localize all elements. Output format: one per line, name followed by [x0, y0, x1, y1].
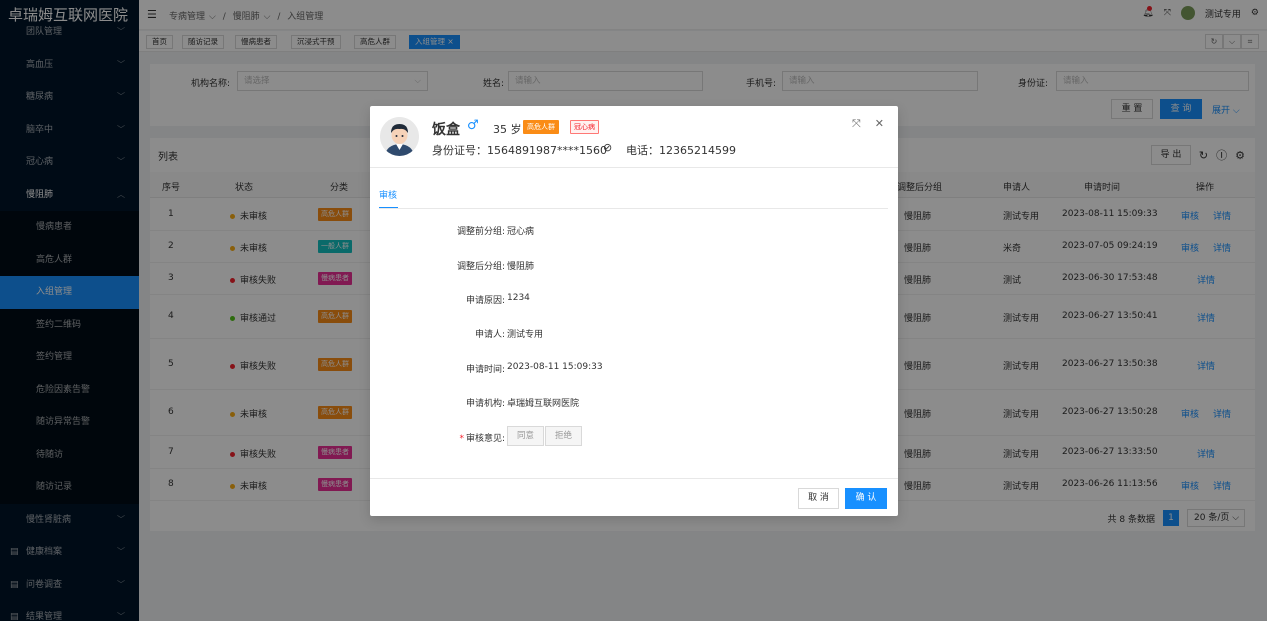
field-label: 申请机构: — [465, 399, 505, 409]
eye-slash-icon[interactable]: ⊘ — [603, 141, 612, 154]
review-modal: 饭盒 ♂ 35 岁 高危人群 冠心病 身份证号：1564891987****15… — [370, 106, 898, 516]
field-value: 2023-08-11 15:09:33 — [507, 362, 603, 372]
modal-footer: 取 消 确 认 — [370, 478, 898, 516]
cancel-button[interactable]: 取 消 — [798, 488, 839, 509]
male-icon: ♂ — [467, 118, 479, 133]
reject-option[interactable]: 拒绝 — [545, 426, 583, 446]
required-mark: * — [459, 434, 464, 444]
field-label: 调整后分组: — [456, 262, 505, 272]
fullscreen-icon[interactable]: ⤧ — [852, 117, 861, 131]
field-value: 卓瑞姆互联网医院 — [507, 399, 580, 409]
tab-divider — [379, 208, 888, 209]
patient-name: 饭盒 — [432, 122, 460, 138]
patient-phone: 电话：12365214599 — [626, 144, 736, 157]
field-label: 申请时间: — [465, 365, 505, 375]
field-label: 申请原因: — [465, 296, 505, 306]
modal-controls: ⤧ ✕ — [852, 117, 884, 131]
patient-tag: 冠心病 — [570, 120, 599, 134]
field-value: 测试专用 — [507, 330, 544, 340]
patient-tag: 高危人群 — [523, 120, 559, 134]
close-icon[interactable]: ✕ — [875, 117, 884, 131]
field-label: 申请人: — [474, 330, 505, 340]
field-value: 冠心病 — [507, 227, 535, 237]
field-value: 慢阻肺 — [507, 262, 535, 272]
modal-header: 饭盒 ♂ 35 岁 高危人群 冠心病 身份证号：1564891987****15… — [370, 106, 898, 168]
patient-avatar — [380, 117, 419, 156]
patient-age: 35 岁 — [493, 123, 522, 136]
tab-review[interactable]: 审核 — [379, 188, 397, 201]
field-label: * 审核意见: — [459, 431, 505, 444]
field-label: 调整前分组: — [456, 227, 505, 237]
field-value: 1234 — [507, 293, 530, 303]
opinion-label: 审核意见: — [465, 434, 505, 444]
confirm-button[interactable]: 确 认 — [845, 488, 887, 509]
patient-id-number: 身份证号：1564891987****1560 — [432, 144, 607, 157]
agree-option[interactable]: 同意 — [507, 426, 545, 446]
